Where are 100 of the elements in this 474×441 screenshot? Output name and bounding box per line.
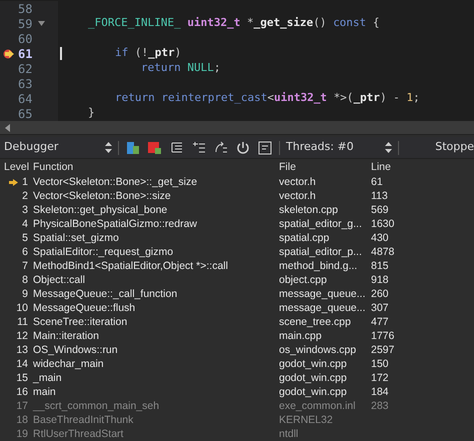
- stack-frame-row[interactable]: 14 widechar_main godot_win.cpp 150: [0, 357, 474, 371]
- level-cell: 19: [16, 427, 28, 441]
- stack-frame-row[interactable]: 8 Object::call object.cpp 918: [0, 273, 474, 287]
- stack-frame-row[interactable]: 12 Main::iteration main.cpp 1776: [0, 329, 474, 343]
- line-cell-text: 815: [370, 259, 390, 274]
- stack-frame-row[interactable]: 13 OS_Windows::run os_windows.cpp 2597: [0, 343, 474, 357]
- code-token: (): [313, 15, 328, 32]
- function-cell-text: Main::iteration: [32, 329, 100, 344]
- line-cell-text: 150: [370, 357, 390, 372]
- code-token: (!: [134, 45, 148, 62]
- code-token: 1: [406, 90, 414, 106]
- code-token: _ptr: [353, 90, 380, 106]
- file-cell-text: skeleton.cpp: [278, 203, 339, 218]
- column-header[interactable]: Level: [0, 160, 30, 176]
- file-cell-text: message_queue...: [278, 287, 366, 302]
- level-cell-text: 14: [16, 357, 28, 372]
- level-cell-text: 9: [22, 287, 28, 302]
- function-cell-text: MessageQueue::flush: [32, 301, 136, 316]
- code-token: _get_size: [254, 15, 314, 32]
- code-token: ;: [413, 90, 420, 106]
- stack-frame-row[interactable]: 10 MessageQueue::flush message_queue... 307: [0, 301, 474, 315]
- code-token: if: [115, 45, 130, 62]
- level-cell-text: 17: [16, 399, 28, 414]
- level-cell-text: 1: [22, 175, 28, 190]
- stack-frame-row[interactable]: 1 Vector<Skeleton::Bone>::_get_size vector.h 61: [0, 175, 474, 189]
- line-cell-text: 172: [370, 371, 390, 386]
- spinner-icon: [385, 142, 392, 154]
- file-cell-text: spatial_editor_g...: [278, 217, 363, 232]
- function-cell-text: Vector<Skeleton::Bone>::_get_size: [32, 175, 198, 190]
- file-cell-text: vector.h: [278, 175, 317, 190]
- column-header[interactable]: File: [276, 160, 368, 176]
- stack-frame-row[interactable]: 3 Skeleton::get_physical_bone skeleton.cpp 569: [0, 203, 474, 217]
- level-cell-text: 13: [16, 343, 28, 358]
- code-token: const: [333, 15, 368, 32]
- function-cell-text: BaseThreadInitThunk: [32, 413, 134, 428]
- code-token: }: [88, 105, 95, 122]
- stack-frame-row[interactable]: 4 PhysicalBoneSpatialGizmo::redraw spatial_editor_g... 1630: [0, 217, 474, 231]
- code-token: return reinterpret_cast: [115, 90, 268, 106]
- line-number: 65: [18, 106, 32, 122]
- code-token: uint32_t: [274, 90, 328, 106]
- file-cell-text: exe_common.inl: [278, 399, 356, 414]
- fold-icon[interactable]: [38, 21, 46, 26]
- stack-frame-row[interactable]: 6 SpatialEditor::_request_gizmo spatial_editor_p... 4878: [0, 245, 474, 259]
- file-cell-text: scene_tree.cpp: [278, 315, 352, 330]
- power-icon[interactable]: [235, 140, 251, 156]
- horizontal-scrollbar[interactable]: [0, 121, 474, 136]
- mode-dropdown[interactable]: Debugger: [4, 139, 112, 156]
- file-cell-text: godot_win.cpp: [278, 371, 348, 386]
- stack-frame-row[interactable]: 17 __scrt_common_main_seh exe_common.inl 283: [0, 399, 474, 413]
- stack-frame-row[interactable]: 15 _main godot_win.cpp 172: [0, 371, 474, 385]
- file-cell-text: godot_win.cpp: [278, 385, 348, 400]
- threads-dropdown[interactable]: Threads: #0: [286, 139, 392, 156]
- list-icon[interactable]: [257, 140, 273, 156]
- line-number: 62: [18, 60, 32, 78]
- line-cell-text: 918: [370, 273, 390, 288]
- code-token: ;: [214, 60, 220, 76]
- stack-frame-row[interactable]: 11 SceneTree::iteration scene_tree.cpp 477: [0, 315, 474, 329]
- function-cell-text: __scrt_common_main_seh: [32, 399, 160, 414]
- file-cell-text: message_queue...: [278, 301, 366, 316]
- function-cell-text: widechar_main: [32, 357, 105, 372]
- function-cell-text: OS_Windows::run: [32, 343, 119, 358]
- level-cell-text: 8: [22, 273, 28, 288]
- code-token: return: [141, 60, 182, 76]
- stack-frame-row[interactable]: 7 MethodBind1<SpatialEditor,Object *>::call method_bind.g... 815: [0, 259, 474, 273]
- function-cell-text: PhysicalBoneSpatialGizmo::redraw: [32, 217, 198, 232]
- code-token: {: [372, 15, 380, 32]
- file-cell-text: ntdll: [278, 427, 300, 441]
- stack-frame-row[interactable]: 19 RtlUserThreadStart ntdll: [0, 427, 474, 441]
- code-token: NULL: [187, 60, 214, 76]
- text-cursor: [60, 47, 62, 60]
- line-cell-text: 4878: [370, 245, 396, 260]
- file-cell-text: object.cpp: [278, 273, 328, 288]
- function-cell-text: main: [32, 385, 57, 400]
- function-cell-text: _main: [32, 371, 63, 386]
- file-cell-text: main.cpp: [278, 329, 323, 344]
- column-header[interactable]: Line: [368, 160, 474, 176]
- scroll-left-icon[interactable]: [4, 124, 12, 132]
- stack-frame-row[interactable]: 18 BaseThreadInitThunk KERNEL32: [0, 413, 474, 427]
- line-cell-text: 113: [370, 189, 389, 204]
- line-cell-text: 307: [370, 301, 390, 316]
- file-cell-text: spatial_editor_p...: [278, 245, 363, 260]
- column-header[interactable]: Function: [30, 160, 276, 176]
- stack-frame-row[interactable]: 5 Spatial::set_gizmo spatial.cpp 430: [0, 231, 474, 245]
- function-cell-text: Object::call: [32, 273, 86, 288]
- line-cell-text: 430: [370, 231, 390, 246]
- code-token: ): [174, 45, 182, 62]
- level-cell-text: 4: [22, 217, 28, 232]
- spinner-icon: [105, 142, 112, 154]
- file-cell-text: os_windows.cpp: [278, 343, 358, 358]
- code-token: _ptr: [148, 45, 175, 62]
- level-cell-text: 16: [16, 385, 28, 400]
- line-cell-text: 260: [370, 287, 390, 302]
- line-cell-text: 184: [370, 385, 390, 400]
- level-cell-text: 12: [16, 329, 28, 344]
- file-cell-text: vector.h: [278, 189, 317, 204]
- line-cell-text: 1630: [370, 217, 396, 232]
- stack-frame-row[interactable]: 2 Vector<Skeleton::Bone>::size vector.h 113: [0, 189, 474, 203]
- level-cell-text: 11: [17, 315, 28, 330]
- stack-frame-row[interactable]: 9 MessageQueue::_call_function message_queue... 260: [0, 287, 474, 301]
- stack-frame-row[interactable]: 16 main godot_win.cpp 184: [0, 385, 474, 399]
